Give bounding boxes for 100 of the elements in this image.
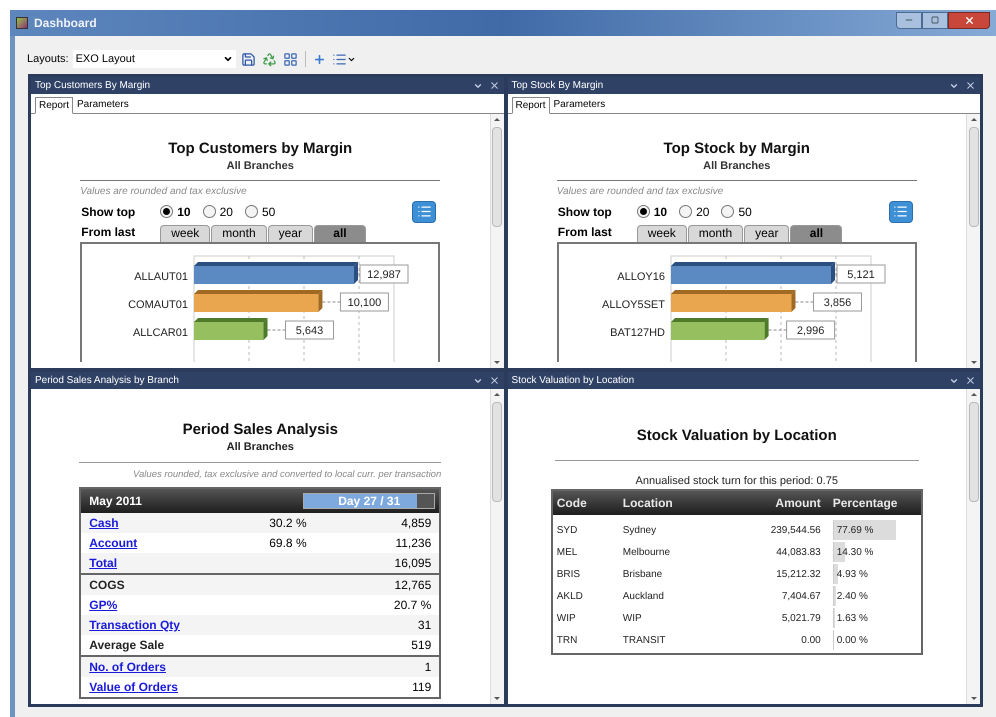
scroll-thumb[interactable] xyxy=(492,127,502,227)
table-view-button[interactable] xyxy=(412,200,436,222)
value-cell-text: 4,859 xyxy=(400,514,432,532)
panel-title: Stock Valuation by Location xyxy=(512,374,636,388)
column-header: Amount xyxy=(774,495,822,512)
metric-link[interactable]: Account xyxy=(89,534,240,552)
dropdown-caret-icon xyxy=(222,54,233,64)
metric-link[interactable]: Total xyxy=(89,554,240,572)
grid-button[interactable] xyxy=(282,50,299,68)
scrollbar[interactable] xyxy=(490,114,504,368)
table-cell-text: WIP xyxy=(556,612,577,626)
value-label: 5,121 xyxy=(836,264,886,283)
panel-tab[interactable]: Report xyxy=(35,97,74,114)
period-tab[interactable]: month xyxy=(688,224,744,242)
report-title: Top Customers by Margin xyxy=(167,140,354,158)
data-label: 10,100 xyxy=(348,296,382,308)
show-top-label: Show top xyxy=(556,204,613,220)
scroll-up-icon[interactable] xyxy=(970,118,976,121)
radio-option[interactable]: 10 xyxy=(160,202,191,220)
scroll-down-icon[interactable] xyxy=(494,361,500,364)
metric-link[interactable]: Value of Orders xyxy=(89,678,240,696)
table-cell-text: 15,212.32 xyxy=(775,568,822,582)
day-label: Day 27 / 31 xyxy=(337,494,402,508)
show-top-label: Show top xyxy=(80,204,136,220)
table-cell-text: 44,083.83 xyxy=(775,546,822,560)
period-tab[interactable]: week xyxy=(636,224,687,242)
column-header: Location xyxy=(622,495,674,512)
close-icon[interactable] xyxy=(488,375,500,386)
table-cell-text: TRN xyxy=(556,634,578,648)
scroll-down-icon[interactable] xyxy=(970,697,976,700)
panel-tab[interactable]: Parameters xyxy=(73,96,133,113)
recycle-button[interactable] xyxy=(260,50,278,68)
report-note: Values rounded, tax exclusive and converted to local curr. per transaction xyxy=(132,468,442,482)
report-note: Values are rounded and tax exclusive xyxy=(556,184,724,198)
stock-turn-text: Annualised stock turn for this period: 0.75 xyxy=(634,474,839,488)
table-view-button[interactable] xyxy=(888,200,913,222)
close-icon[interactable] xyxy=(965,375,976,386)
period-tab[interactable]: month xyxy=(211,224,267,242)
scroll-down-icon[interactable] xyxy=(494,697,500,700)
table-cell-text: 2.40 % xyxy=(836,590,868,604)
period-tab[interactable]: all xyxy=(314,224,366,242)
table-cell-text: 4.93 % xyxy=(836,568,868,582)
scroll-up-icon[interactable] xyxy=(970,393,976,396)
maximize-button[interactable] xyxy=(922,12,948,28)
scroll-thumb[interactable] xyxy=(492,402,502,502)
maximize-icon xyxy=(931,16,939,24)
bar xyxy=(194,322,264,340)
metric-link[interactable]: Transaction Qty xyxy=(89,616,240,634)
metric-link[interactable]: No. of Orders xyxy=(89,658,240,676)
metric-link[interactable]: Cash xyxy=(89,514,240,532)
radio-option[interactable]: 50 xyxy=(244,202,276,220)
radio-option[interactable]: 50 xyxy=(721,202,752,220)
value-cell-text: 20.7 % xyxy=(392,596,432,614)
table-cell-text: AKLD xyxy=(556,590,584,604)
close-icon[interactable] xyxy=(488,80,500,91)
radio-icon[interactable] xyxy=(244,205,258,218)
period-tab[interactable]: week xyxy=(160,224,210,242)
table-cell-text: Sydney xyxy=(622,524,658,538)
panel-tab[interactable]: Parameters xyxy=(550,96,610,113)
radio-option[interactable]: 10 xyxy=(636,202,668,220)
save-icon xyxy=(240,52,256,66)
category-label: ALLOY16 xyxy=(617,270,665,282)
layout-dropdown[interactable]: EXO Layout xyxy=(72,50,236,68)
save-button[interactable] xyxy=(240,50,257,68)
scrollbar[interactable] xyxy=(966,389,980,704)
panel-title: Top Customers By Margin xyxy=(35,79,152,93)
scrollbar[interactable] xyxy=(490,389,504,704)
data-label: 3,856 xyxy=(823,296,851,308)
metric-label: Average Sale xyxy=(89,636,166,654)
report-subtitle: All Branches xyxy=(702,159,772,174)
table-cell-text: BRIS xyxy=(556,568,582,582)
table-cell-text: 14.30 % xyxy=(836,546,874,560)
value-cell-text: 119 xyxy=(411,678,432,696)
radio-option[interactable]: 20 xyxy=(679,202,710,220)
scroll-down-icon[interactable] xyxy=(970,361,976,364)
radio-icon[interactable] xyxy=(160,205,174,218)
period-tab[interactable]: year xyxy=(268,224,313,242)
report-title: Stock Valuation by Location xyxy=(636,426,838,446)
scroll-up-icon[interactable] xyxy=(494,393,500,396)
report-subtitle: All Branches xyxy=(226,159,295,174)
from-last-label: From last xyxy=(80,224,136,240)
radio-icon[interactable] xyxy=(679,205,692,218)
panel-title: Top Stock By Margin xyxy=(512,79,604,93)
scroll-thumb[interactable] xyxy=(968,402,978,502)
period-tab[interactable]: all xyxy=(790,224,842,242)
period-tab[interactable]: year xyxy=(744,224,790,242)
column-header: Percentage xyxy=(832,495,898,512)
scroll-up-icon[interactable] xyxy=(494,118,500,121)
panel-tab[interactable]: Report xyxy=(512,97,550,114)
close-button[interactable] xyxy=(948,12,990,28)
radio-option[interactable]: 20 xyxy=(202,202,233,220)
metric-link[interactable]: GP% xyxy=(89,596,240,614)
percent-cell-text: 69.8 % xyxy=(269,534,308,552)
scroll-thumb[interactable] xyxy=(968,127,978,227)
minimize-button[interactable] xyxy=(896,12,922,28)
close-icon[interactable] xyxy=(965,80,976,91)
radio-icon[interactable] xyxy=(636,205,650,218)
scrollbar[interactable] xyxy=(966,114,980,368)
radio-icon[interactable] xyxy=(202,205,216,218)
radio-icon[interactable] xyxy=(721,205,734,218)
